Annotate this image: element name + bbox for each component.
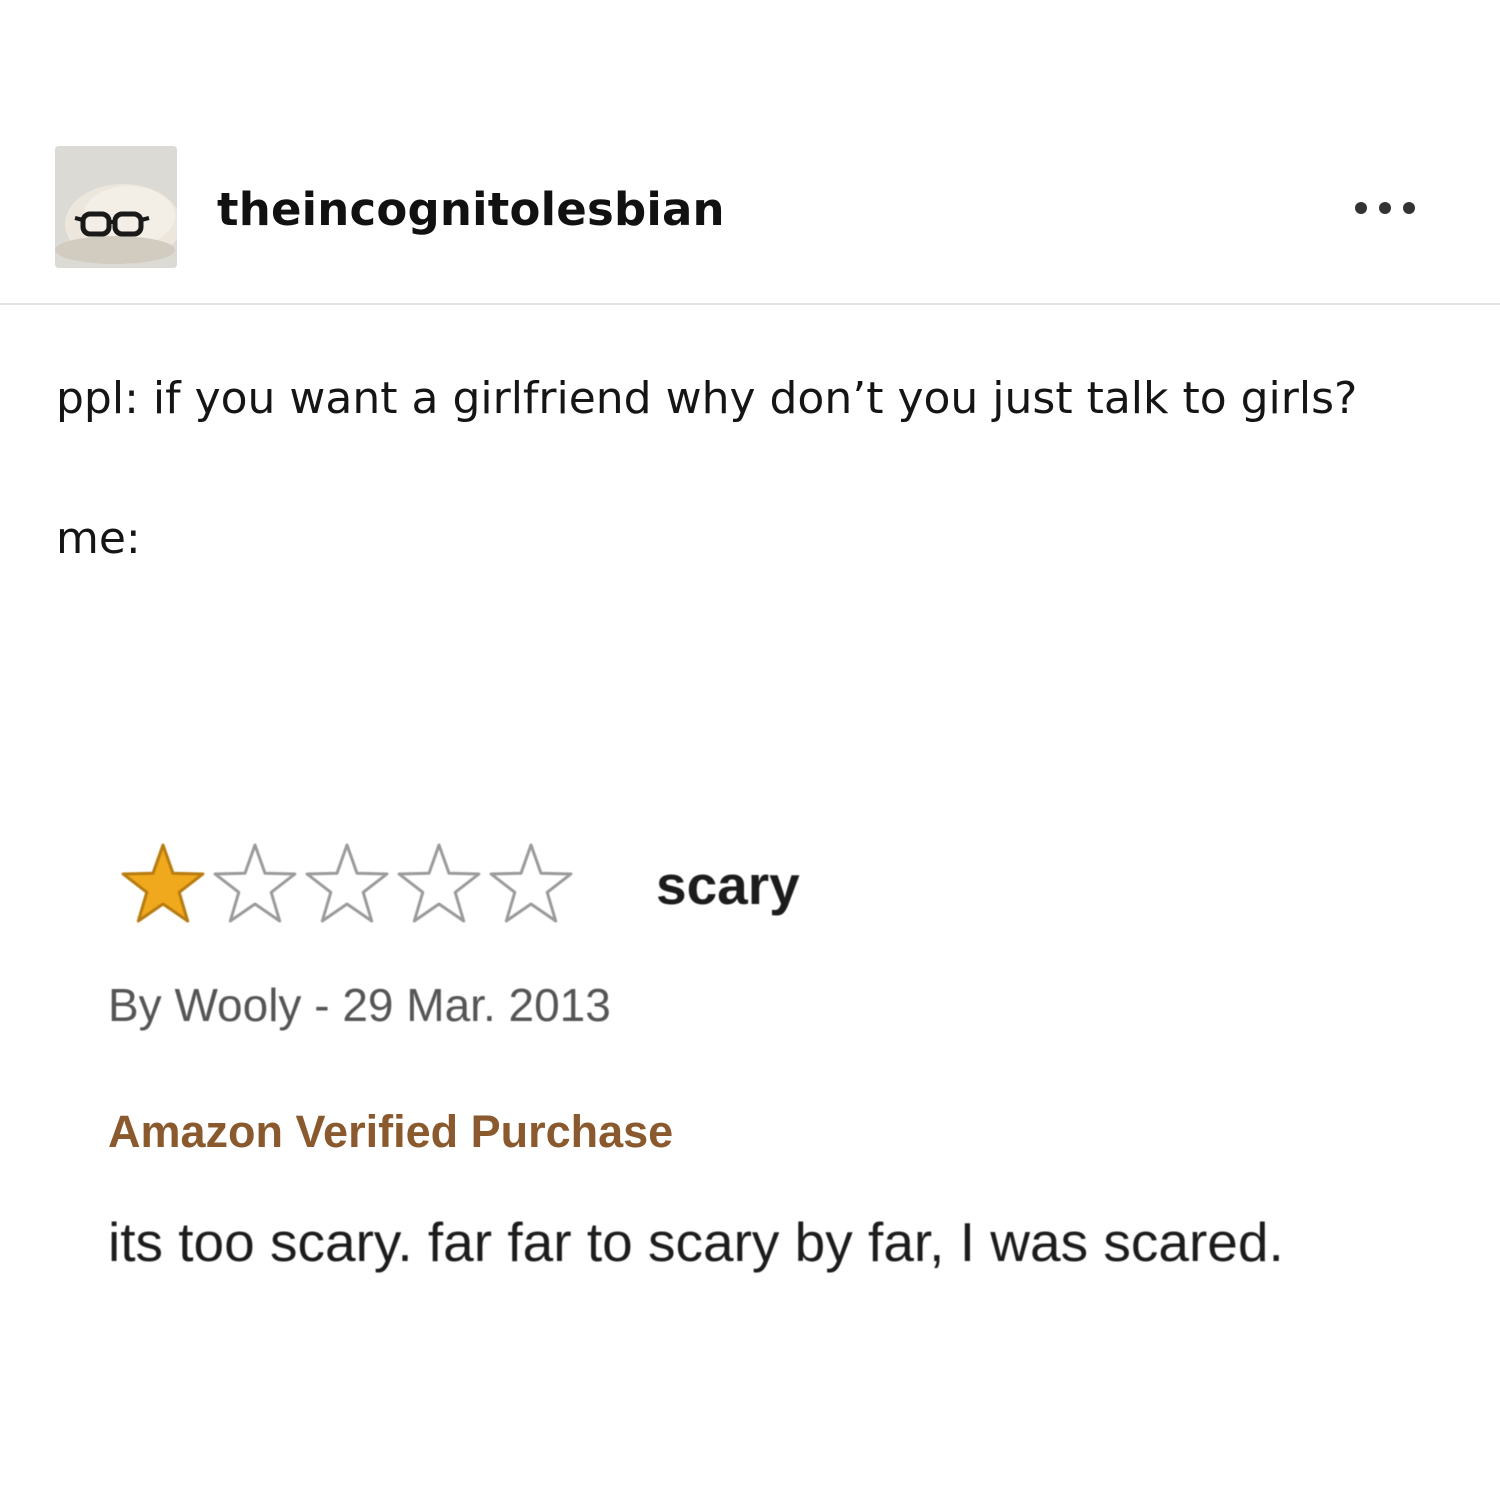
star-empty-icon xyxy=(489,843,573,923)
more-options-icon xyxy=(1355,202,1415,214)
star-empty-icon xyxy=(305,843,389,923)
username[interactable]: theincognitolesbian xyxy=(217,180,725,240)
review-title: scary xyxy=(656,854,800,916)
plush-with-glasses-avatar-icon xyxy=(55,146,177,268)
post-header: theincognitolesbian xyxy=(0,0,1500,305)
avatar[interactable] xyxy=(55,146,177,268)
post-body: ppl: if you want a girlfriend why don’t … xyxy=(56,360,1456,578)
review-title-row: scary xyxy=(108,840,1448,940)
star-empty-icon xyxy=(213,843,297,923)
review-text: its too scary. far far to scary by far, … xyxy=(108,1211,1284,1273)
star-empty-icon xyxy=(397,843,481,923)
star-filled-icon xyxy=(121,843,205,923)
star-rating xyxy=(121,843,573,923)
post-text-line1: ppl: if you want a girlfriend why don’t … xyxy=(56,373,1358,424)
embedded-review: scary By Wooly - 29 Mar. 2013 xyxy=(108,840,1448,1031)
review-byline: By Wooly - 29 Mar. 2013 xyxy=(108,979,611,1031)
more-options-button[interactable] xyxy=(1340,188,1430,228)
verified-purchase-label: Amazon Verified Purchase xyxy=(108,1106,674,1157)
post-text-line2: me: xyxy=(56,513,141,564)
